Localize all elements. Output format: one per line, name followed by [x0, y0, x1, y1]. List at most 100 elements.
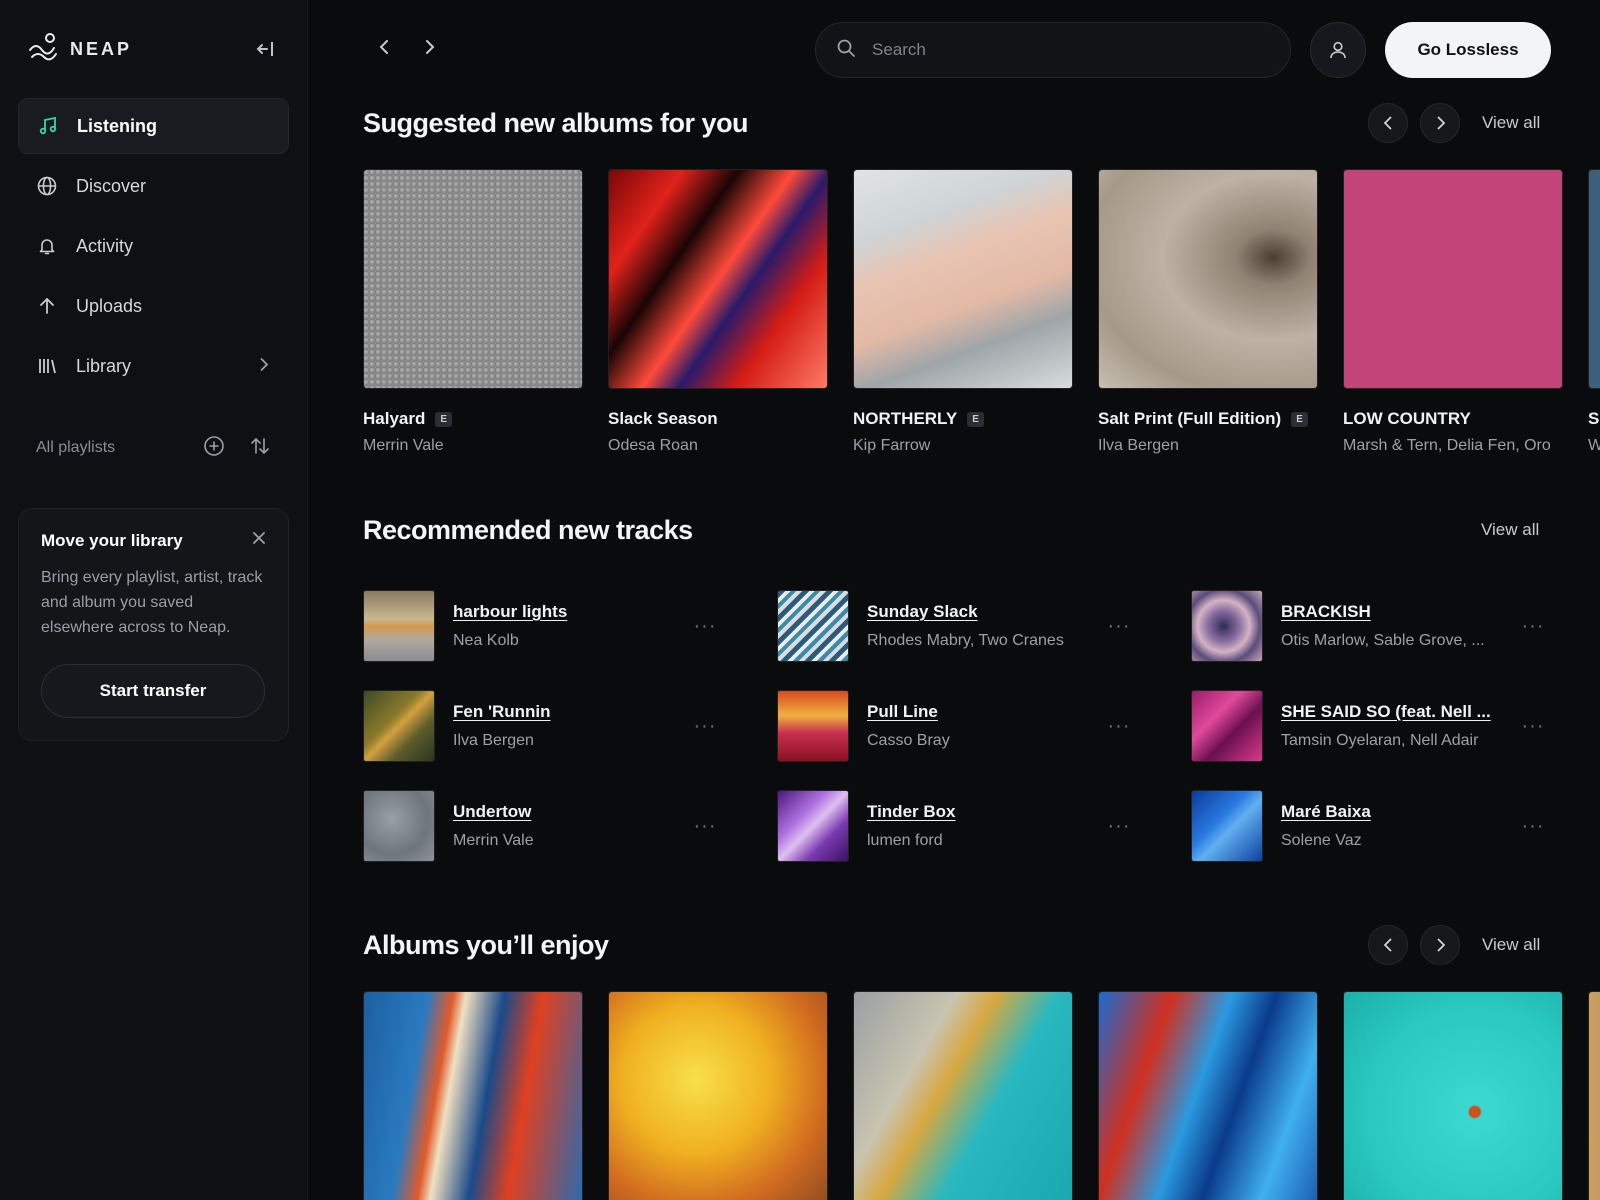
sidebar-item-uploads[interactable]: Uploads	[18, 278, 289, 334]
track-row[interactable]: Undertow Merrin Vale ···	[363, 790, 777, 862]
track-title[interactable]: BRACKISH	[1281, 602, 1501, 622]
explicit-badge: E	[435, 411, 453, 427]
forward-button[interactable]	[420, 32, 440, 62]
album-artist: Kip Farrow	[853, 437, 931, 454]
search-icon	[836, 38, 856, 63]
album-card[interactable]: NORTHERLY E Kip Farrow	[853, 169, 1073, 455]
more-options-icon[interactable]: ···	[1107, 814, 1131, 838]
track-artist: Solene Vaz	[1281, 832, 1362, 849]
album-card[interactable]	[363, 991, 583, 1200]
track-thumbnail	[363, 590, 435, 662]
view-all-link[interactable]: View all	[1482, 935, 1540, 955]
search-bar[interactable]	[815, 22, 1291, 78]
go-lossless-button[interactable]: Go Lossless	[1385, 22, 1551, 78]
track-thumbnail	[1191, 590, 1263, 662]
album-card[interactable]	[1098, 991, 1318, 1200]
scroll-right-button[interactable]	[1420, 925, 1460, 965]
track-title[interactable]: Maré Baixa	[1281, 802, 1501, 822]
album-card[interactable]: LOW COUNTRY Marsh & Tern, Delia Fen, Oro	[1343, 169, 1563, 455]
sidebar-item-library[interactable]: Library	[18, 338, 289, 394]
track-title[interactable]: Pull Line	[867, 702, 1087, 722]
more-options-icon[interactable]: ···	[693, 714, 717, 738]
sidebar-item-discover[interactable]: Discover	[18, 158, 289, 214]
track-artist: Rhodes Mabry, Two Cranes	[867, 632, 1064, 649]
sidebar: NEAP Listening Discover Activity Uploads…	[0, 0, 308, 1200]
view-all-link[interactable]: View all	[1482, 113, 1540, 133]
track-row[interactable]: harbour lights Nea Kolb ···	[363, 590, 777, 662]
collapse-left-icon	[256, 42, 273, 56]
track-title[interactable]: harbour lights	[453, 602, 673, 622]
track-row[interactable]: Fen 'Runnin Ilva Bergen ···	[363, 690, 777, 762]
sort-icon[interactable]	[249, 435, 271, 462]
album-artist: Merrin Vale	[363, 437, 444, 454]
album-title: Halyard	[363, 409, 426, 428]
track-title[interactable]: Sunday Slack	[867, 602, 1087, 622]
track-row[interactable]: BRACKISH Otis Marlow, Sable Grove, ... ··…	[1191, 590, 1600, 662]
scroll-left-button[interactable]	[1368, 103, 1408, 143]
album-card[interactable]: S W	[1588, 169, 1600, 455]
close-icon[interactable]	[252, 531, 266, 550]
track-thumbnail	[777, 790, 849, 862]
track-row[interactable]: Tinder Box lumen ford ···	[777, 790, 1191, 862]
music-note-icon	[37, 115, 59, 137]
track-title[interactable]: Undertow	[453, 802, 673, 822]
track-thumbnail	[363, 790, 435, 862]
add-playlist-icon[interactable]	[203, 435, 225, 462]
albums-enjoy-section: Albums you’ll enjoy View all	[363, 925, 1600, 1200]
sidebar-item-label: Listening	[77, 115, 157, 136]
section-title: Suggested new albums for you	[363, 107, 749, 138]
album-card[interactable]: Halyard E Merrin Vale	[363, 169, 583, 455]
track-row[interactable]: Maré Baixa Solene Vaz ···	[1191, 790, 1600, 862]
user-avatar-button[interactable]	[1310, 22, 1366, 78]
album-card[interactable]	[1588, 991, 1600, 1200]
more-options-icon[interactable]: ···	[1521, 814, 1545, 838]
track-row[interactable]: Sunday Slack Rhodes Mabry, Two Cranes ···	[777, 590, 1191, 662]
track-artist: Ilva Bergen	[453, 732, 534, 749]
section-title: Recommended new tracks	[363, 514, 693, 545]
album-card[interactable]: Salt Print (Full Edition) E Ilva Bergen	[1098, 169, 1318, 455]
album-title: S	[1588, 409, 1600, 428]
track-title[interactable]: Fen 'Runnin	[453, 702, 673, 722]
album-title: LOW COUNTRY	[1343, 409, 1471, 428]
recommended-tracks-section: Recommended new tracks View all harbour …	[363, 510, 1600, 862]
search-input[interactable]	[872, 40, 1252, 60]
album-cover	[363, 169, 583, 389]
more-options-icon[interactable]: ···	[693, 814, 717, 838]
album-card[interactable]: Slack Season Odesa Roan	[608, 169, 828, 455]
brand-name: NEAP	[70, 38, 133, 59]
track-title[interactable]: SHE SAID SO (feat. Nell ...	[1281, 702, 1501, 722]
card-title: Move your library	[41, 531, 183, 550]
start-transfer-button[interactable]: Start transfer	[41, 664, 265, 718]
playlists-header: All playlists	[18, 418, 289, 478]
track-artist: Nea Kolb	[453, 632, 519, 649]
playlists-label: All playlists	[36, 439, 116, 456]
track-row[interactable]: SHE SAID SO (feat. Nell ... Tamsin Oyelar…	[1191, 690, 1600, 762]
album-card[interactable]	[853, 991, 1073, 1200]
scroll-right-button[interactable]	[1420, 103, 1460, 143]
album-cover	[1588, 169, 1600, 389]
album-card[interactable]	[608, 991, 828, 1200]
scroll-left-button[interactable]	[1368, 925, 1408, 965]
track-row[interactable]: Pull Line Casso Bray ···	[777, 690, 1191, 762]
sidebar-item-listening[interactable]: Listening	[18, 98, 289, 154]
chevron-right-icon	[1436, 938, 1445, 952]
album-title: Salt Print (Full Edition)	[1098, 409, 1282, 428]
sidebar-item-activity[interactable]: Activity	[18, 218, 289, 274]
view-all-link[interactable]: View all	[1481, 520, 1539, 540]
album-card[interactable]	[1343, 991, 1563, 1200]
track-title[interactable]: Tinder Box	[867, 802, 1087, 822]
more-options-icon[interactable]: ···	[693, 614, 717, 638]
more-options-icon[interactable]: ···	[1107, 614, 1131, 638]
collapse-sidebar-button[interactable]	[251, 35, 279, 63]
album-cover	[853, 991, 1073, 1200]
chevron-right-icon	[426, 40, 435, 54]
logo[interactable]: NEAP	[28, 32, 132, 67]
section-title: Albums you’ll enjoy	[363, 929, 609, 960]
more-options-icon[interactable]: ···	[1521, 614, 1545, 638]
more-options-icon[interactable]: ···	[1107, 714, 1131, 738]
back-button[interactable]	[374, 32, 394, 62]
more-options-icon[interactable]: ···	[1521, 714, 1545, 738]
album-cover	[853, 169, 1073, 389]
suggested-albums-section: Suggested new albums for you View all Ha…	[363, 103, 1600, 455]
track-thumbnail	[1191, 790, 1263, 862]
